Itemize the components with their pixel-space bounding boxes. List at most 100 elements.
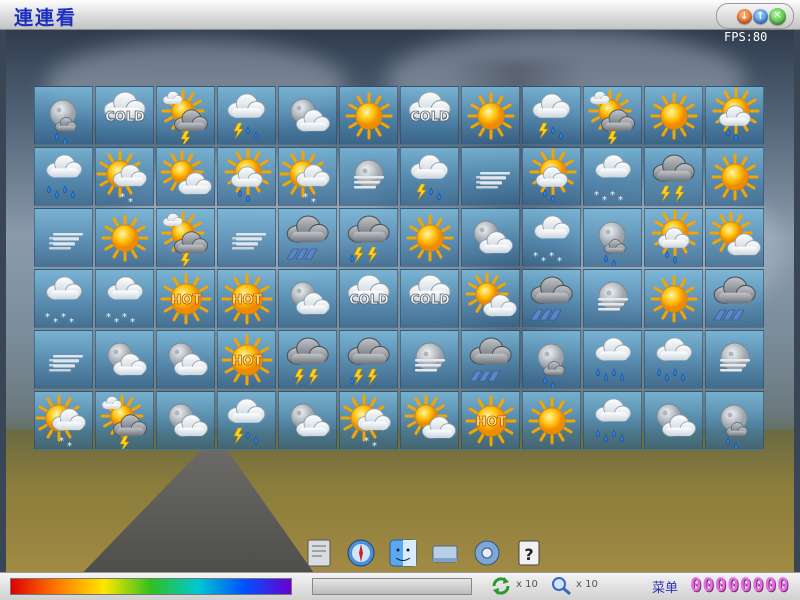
game-window: 連連看 ↓ ↑ ✕ FPS:80 COLD COLD * * * * * * *… [0, 0, 800, 600]
progress-bar [312, 578, 472, 595]
svg-text:*: * [618, 195, 623, 206]
tile-moon-snow-icon[interactable] [705, 391, 764, 450]
tile-hot-icon[interactable]: HOT [461, 391, 520, 450]
settings-dock-icon[interactable] [472, 538, 502, 568]
tile-sun-thunderstorm-icon[interactable] [156, 86, 215, 145]
tile-sun-shower-icon[interactable] [644, 208, 703, 267]
tile-moon-cloud-icon[interactable] [278, 391, 337, 450]
tile-fog-icon[interactable] [34, 208, 93, 267]
tile-moon-cloud-icon[interactable] [278, 86, 337, 145]
tile-thunderstorm-icon[interactable] [217, 86, 276, 145]
tile-sun-icon[interactable] [644, 86, 703, 145]
tile-moon-snow-icon[interactable] [583, 208, 642, 267]
refresh-icon[interactable] [490, 576, 512, 596]
tile-moon-cloud-icon[interactable] [156, 330, 215, 389]
tile-sun-icon[interactable] [95, 208, 154, 267]
tile-hot-icon[interactable]: HOT [217, 330, 276, 389]
tile-sun-snow-icon[interactable]: * * [34, 391, 93, 450]
status-bar: x 10 x 10 菜单 00000000 [0, 572, 800, 600]
close-button[interactable]: ✕ [769, 8, 786, 25]
svg-text:HOT: HOT [232, 354, 263, 369]
tile-moon-cloud-icon[interactable] [644, 391, 703, 450]
minimize-button[interactable]: ↓ [737, 9, 752, 24]
tile-sun-snow-icon[interactable]: * * [278, 147, 337, 206]
tile-moon-cloud-icon[interactable] [461, 208, 520, 267]
tile-sun-thunderstorm-icon[interactable] [583, 86, 642, 145]
tile-moon-fog-icon[interactable] [400, 330, 459, 389]
tile-sun-thunderstorm-icon[interactable] [95, 391, 154, 450]
menu-button[interactable]: 菜单 [652, 577, 678, 596]
tile-hail-icon[interactable] [278, 208, 337, 267]
tile-sun-cloud-icon[interactable] [400, 391, 459, 450]
tile-sun-icon[interactable] [400, 208, 459, 267]
help-dock-icon[interactable]: ? [514, 538, 544, 568]
tile-sun-icon[interactable] [644, 269, 703, 328]
tile-moon-fog-icon[interactable] [705, 330, 764, 389]
tile-snow-icon[interactable]: * * * * [522, 208, 581, 267]
tile-thunderstorm-icon[interactable] [522, 86, 581, 145]
safari-dock-icon[interactable] [346, 538, 376, 568]
tile-rain-icon[interactable] [583, 330, 642, 389]
tile-moon-cloud-icon[interactable] [278, 269, 337, 328]
svg-text:COLD: COLD [105, 110, 145, 125]
tile-hot-icon[interactable]: HOT [156, 269, 215, 328]
tile-lightning-rain-icon[interactable] [339, 330, 398, 389]
tile-moon-fog-icon[interactable] [583, 269, 642, 328]
finder-dock-icon[interactable] [388, 538, 418, 568]
svg-text:*: * [128, 197, 133, 206]
tile-fog-icon[interactable] [461, 147, 520, 206]
tile-thunderstorm-icon[interactable] [217, 391, 276, 450]
tile-moon-snow-icon[interactable] [522, 330, 581, 389]
tile-cold-icon[interactable]: COLD [400, 86, 459, 145]
tile-hot-icon[interactable]: HOT [217, 269, 276, 328]
tile-snow-icon[interactable]: * * * * [34, 269, 93, 328]
notes-dock-icon[interactable] [304, 538, 334, 568]
tile-hail-icon[interactable] [461, 330, 520, 389]
tile-cold-icon[interactable]: COLD [339, 269, 398, 328]
tile-moon-cloud-icon[interactable] [156, 391, 215, 450]
tile-moon-cloud-icon[interactable] [95, 330, 154, 389]
tile-sun-cloud-icon[interactable] [705, 208, 764, 267]
tile-rain-icon[interactable] [644, 330, 703, 389]
tile-lightning-rain-icon[interactable] [339, 208, 398, 267]
options-button[interactable]: ↑ [753, 9, 768, 24]
svg-text:*: * [59, 436, 64, 447]
tile-sun-thunderstorm-icon[interactable] [156, 208, 215, 267]
svg-text:*: * [364, 436, 369, 447]
svg-text:COLD: COLD [349, 293, 389, 308]
tile-sun-snow-icon[interactable]: * * [95, 147, 154, 206]
tile-moon-fog-icon[interactable] [339, 147, 398, 206]
tile-hail-icon[interactable] [705, 269, 764, 328]
svg-text:*: * [541, 256, 546, 267]
tile-snow-icon[interactable]: * * * * [95, 269, 154, 328]
tile-lightning-icon[interactable] [644, 147, 703, 206]
tile-lightning-icon[interactable] [278, 330, 337, 389]
hint-magnifier-icon[interactable] [550, 576, 572, 596]
tile-sun-icon[interactable] [705, 147, 764, 206]
tile-rain-icon[interactable] [34, 147, 93, 206]
tile-cold-icon[interactable]: COLD [95, 86, 154, 145]
svg-text:*: * [120, 192, 125, 203]
tile-sun-icon[interactable] [461, 86, 520, 145]
svg-text:*: * [602, 195, 607, 206]
tile-board: COLD COLD * * * * * * * * * * * * * * * … [34, 86, 766, 452]
tile-hail-icon[interactable] [522, 269, 581, 328]
tile-sun-snow-icon[interactable]: * * [339, 391, 398, 450]
tile-snow-icon[interactable]: * * * * [583, 147, 642, 206]
tile-thunderstorm-icon[interactable] [400, 147, 459, 206]
tile-sun-shower-icon[interactable] [705, 86, 764, 145]
tile-sun-icon[interactable] [522, 391, 581, 450]
tile-fog-icon[interactable] [34, 330, 93, 389]
tile-sun-cloud-icon[interactable] [156, 147, 215, 206]
tile-sun-icon[interactable] [339, 86, 398, 145]
svg-text:*: * [45, 312, 50, 323]
tile-fog-icon[interactable] [217, 208, 276, 267]
tile-cold-icon[interactable]: COLD [400, 269, 459, 328]
svg-text:*: * [61, 312, 66, 323]
tile-rain-icon[interactable] [583, 391, 642, 450]
tile-sun-shower-icon[interactable] [522, 147, 581, 206]
tile-sun-cloud-icon[interactable] [461, 269, 520, 328]
tile-sun-shower-icon[interactable] [217, 147, 276, 206]
drive-dock-icon[interactable] [430, 538, 460, 568]
tile-moon-snow-icon[interactable] [34, 86, 93, 145]
